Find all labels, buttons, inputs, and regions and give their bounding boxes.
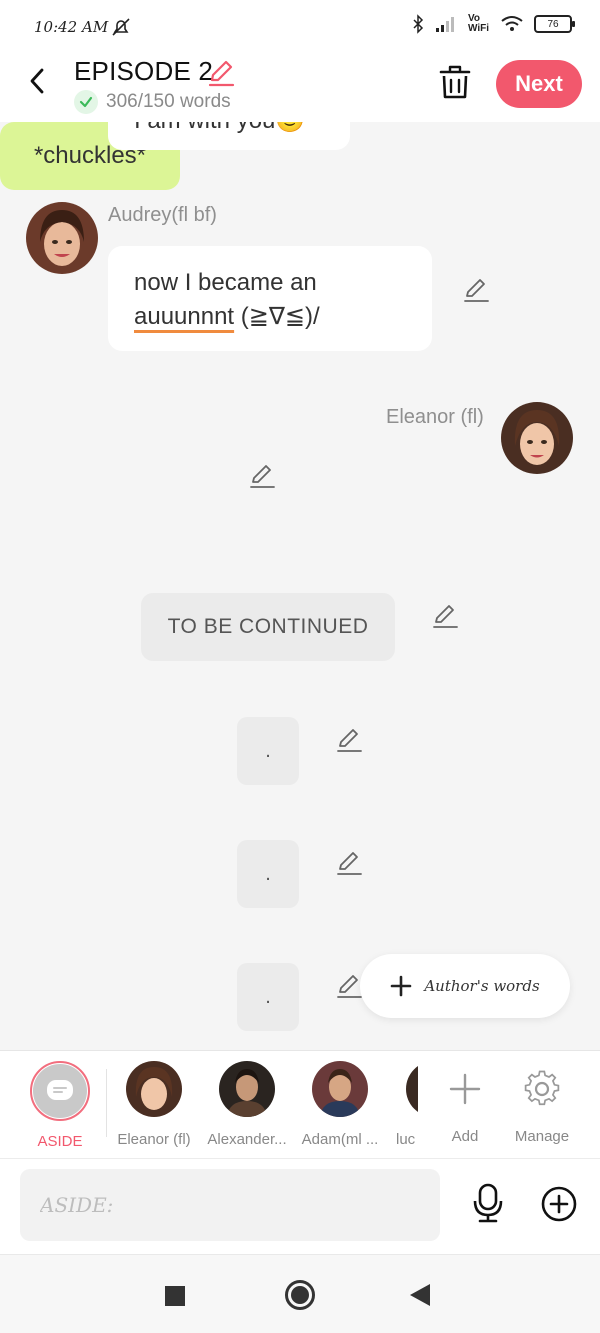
- message-text: I am with you🙂: [134, 122, 305, 134]
- header: EPISODE 2 306/150 words Next: [0, 52, 600, 122]
- character-label: luc: [396, 1131, 416, 1148]
- character-label: Eleanor (fl): [117, 1131, 191, 1148]
- character-adam[interactable]: Adam(ml ...: [295, 1061, 385, 1148]
- aside-bubble[interactable]: .: [237, 840, 299, 908]
- battery-level: 76: [547, 18, 559, 30]
- status-time: 10:42 AM: [34, 18, 109, 36]
- battery-icon: 76: [534, 15, 575, 33]
- divider: [106, 1069, 107, 1137]
- trash-icon[interactable]: [438, 64, 472, 100]
- chevron-left-icon: [30, 68, 44, 94]
- edit-message-icon[interactable]: [431, 602, 459, 630]
- message-input[interactable]: [20, 1169, 440, 1241]
- avatar: [126, 1061, 182, 1117]
- avatar: [219, 1061, 275, 1117]
- message-emoticon: (≧∇≦)/: [234, 303, 320, 330]
- signal-icon: [436, 17, 454, 32]
- character-alexander[interactable]: Alexander...: [202, 1061, 292, 1148]
- check-icon: [74, 90, 98, 114]
- manage-label: Manage: [514, 1128, 570, 1145]
- character-eleanor[interactable]: Eleanor (fl): [109, 1061, 199, 1148]
- status-icons: Vo WiFi 76: [412, 13, 575, 34]
- recents-button[interactable]: [165, 1286, 185, 1306]
- input-row: [0, 1158, 600, 1254]
- aside-bubble[interactable]: .: [237, 717, 299, 785]
- manage-button[interactable]: Manage: [497, 1061, 587, 1145]
- avatar: [312, 1061, 368, 1117]
- wifi-label: Vo WiFi: [468, 13, 490, 34]
- home-button[interactable]: [285, 1280, 315, 1310]
- character-label: Adam(ml ...: [301, 1131, 379, 1148]
- episode-title[interactable]: EPISODE 2: [74, 56, 213, 87]
- plus-icon: [449, 1073, 481, 1105]
- wifi-icon: [501, 16, 523, 31]
- speaker-name: Audrey(fl bf): [108, 204, 217, 226]
- avatar-eleanor[interactable]: [501, 402, 573, 474]
- chat-area[interactable]: I am with you🙂 Audrey(fl bf) now I becam…: [0, 122, 600, 1050]
- edit-message-icon[interactable]: [248, 462, 276, 490]
- to-be-continued-bubble[interactable]: TO BE CONTINUED: [141, 593, 395, 661]
- character-bar: ASIDE Eleanor (fl) Alexander... Adam(ml …: [0, 1050, 600, 1158]
- aside-chat-icon: [47, 1080, 73, 1100]
- author-words-label: Author's words: [424, 977, 540, 995]
- misspelled-word[interactable]: auuunnnt: [134, 303, 234, 330]
- character-label: ASIDE: [37, 1133, 83, 1150]
- message-bubble-partial[interactable]: I am with you🙂: [108, 122, 350, 150]
- mute-bell-icon: [112, 18, 130, 36]
- back-button[interactable]: [22, 64, 52, 98]
- status-bar: 10:42 AM Vo WiFi 76: [0, 0, 600, 52]
- avatar-audrey[interactable]: [26, 202, 98, 274]
- character-label: Alexander...: [207, 1131, 287, 1148]
- edit-message-icon[interactable]: [462, 276, 490, 304]
- plus-icon: [391, 975, 412, 997]
- character-aside[interactable]: ASIDE: [15, 1061, 105, 1150]
- word-count-row: 306/150 words: [74, 90, 231, 114]
- system-nav-bar: [0, 1254, 600, 1333]
- bluetooth-icon: [413, 14, 424, 34]
- microphone-icon[interactable]: [470, 1183, 506, 1223]
- character-luc[interactable]: luc: [388, 1061, 418, 1148]
- next-button[interactable]: Next: [496, 60, 582, 108]
- add-circle-icon[interactable]: [540, 1185, 578, 1223]
- speaker-name: Eleanor (fl): [386, 406, 484, 428]
- gear-icon: [524, 1070, 560, 1106]
- aside-bubble[interactable]: .: [237, 963, 299, 1031]
- back-nav-button[interactable]: [410, 1284, 430, 1306]
- avatar: [406, 1061, 418, 1117]
- edit-title-icon[interactable]: [206, 58, 236, 88]
- author-words-button[interactable]: Author's words: [360, 954, 570, 1018]
- edit-message-icon[interactable]: [335, 849, 363, 877]
- edit-message-icon[interactable]: [335, 972, 363, 1000]
- message-text: now I became an: [134, 269, 317, 296]
- edit-message-icon[interactable]: [335, 726, 363, 754]
- message-bubble-audrey[interactable]: now I became an auuunnnt (≧∇≦)/: [108, 246, 432, 351]
- word-count: 306/150 words: [106, 91, 231, 112]
